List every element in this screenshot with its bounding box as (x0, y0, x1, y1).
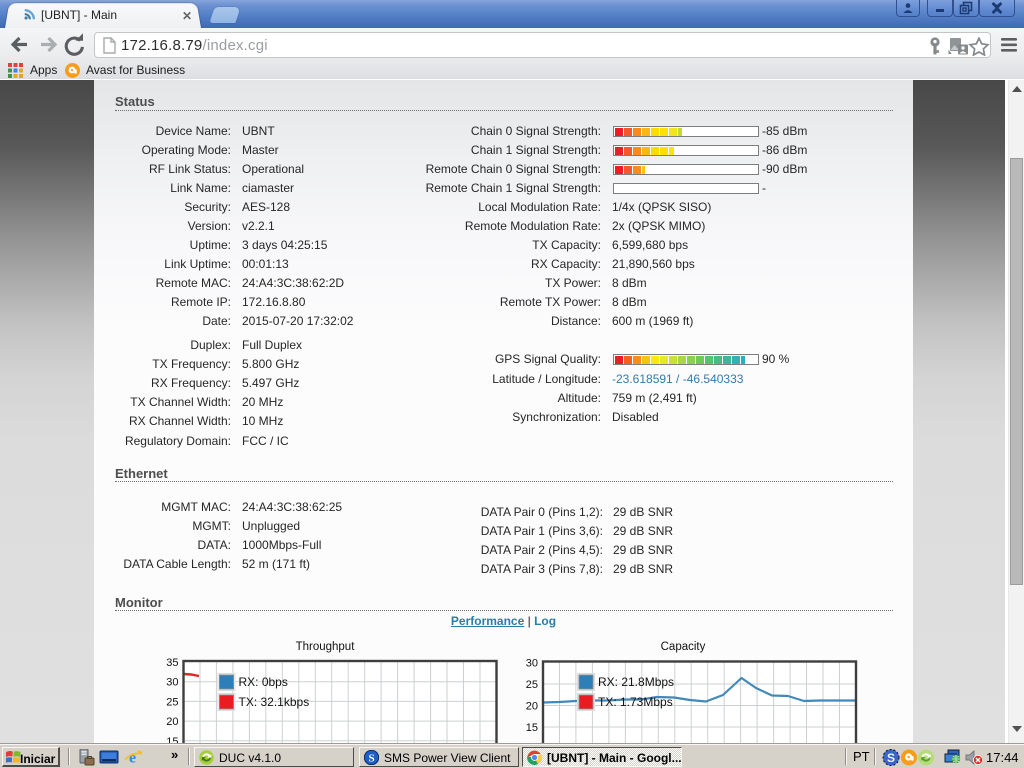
svg-text:20: 20 (166, 716, 178, 728)
svg-text:30: 30 (166, 677, 178, 689)
svg-text:30: 30 (526, 658, 538, 670)
svg-text:Capacity: Capacity (661, 641, 706, 653)
svg-text:TX: 1.73Mbps: TX: 1.73Mbps (598, 695, 673, 709)
svg-text:e: e (129, 750, 136, 767)
svg-text:20: 20 (526, 701, 538, 713)
svg-text:15: 15 (166, 736, 178, 744)
svg-text:TX: 32.1kbps: TX: 32.1kbps (239, 695, 310, 709)
svg-text:RX: 21.8Mbps: RX: 21.8Mbps (598, 675, 674, 689)
svg-text:S: S (368, 753, 374, 765)
svg-text:Throughput: Throughput (296, 641, 356, 653)
svg-text:25: 25 (166, 696, 178, 708)
svg-text:35: 35 (166, 657, 178, 669)
svg-text:RX: 0bps: RX: 0bps (239, 675, 288, 689)
svg-text:S: S (887, 751, 895, 765)
svg-text:15: 15 (526, 722, 538, 734)
svg-text:25: 25 (526, 679, 538, 691)
